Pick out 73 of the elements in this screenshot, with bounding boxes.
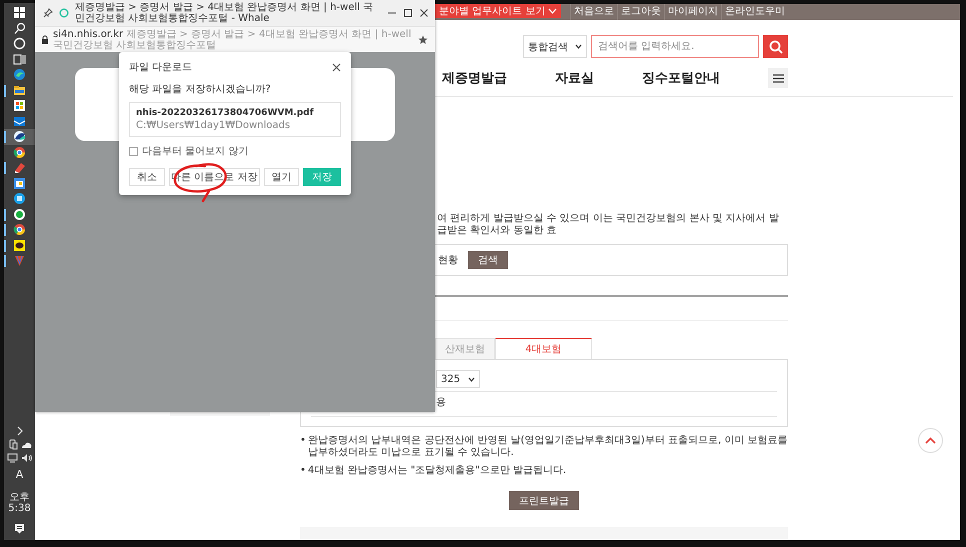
close-icon[interactable] — [332, 62, 341, 72]
dialog-question: 해당 파일을 저장하시겠습니까? — [129, 83, 272, 96]
search-icon[interactable] — [13, 22, 26, 35]
scroll-top-button[interactable] — [918, 428, 943, 453]
tab[interactable]: 4대보험 — [495, 338, 592, 359]
chevron-down-icon — [468, 376, 475, 382]
top-link[interactable]: 온라인도우미 — [721, 4, 788, 20]
sites-button[interactable]: 분야별 업무사이트 보기 — [435, 4, 562, 18]
chevron-icon[interactable] — [16, 426, 24, 436]
input-method-indicator[interactable]: A — [16, 468, 24, 481]
top-link[interactable]: 처음으로 — [570, 4, 617, 20]
wave-icon — [13, 68, 26, 82]
nav-link[interactable]: 징수포털안내 — [642, 69, 720, 87]
print-button[interactable]: 프린트발급 — [509, 491, 579, 510]
folder-icon — [13, 84, 26, 97]
speaker-icon[interactable] — [21, 453, 32, 463]
chevron-up-icon — [925, 437, 936, 444]
panel-text: 용 — [436, 397, 446, 408]
dialog-button[interactable]: 취소 — [129, 168, 165, 186]
search-icon — [768, 40, 782, 54]
top-link[interactable]: 마이페이지 — [664, 4, 721, 20]
speech-bubble-icon — [13, 238, 26, 252]
note-text: 완납증명서의 납부내역은 공단전산에 반영된 날(영업일기준납부후최대3일)부터 표출되므로, 이미 보험료를 납부하셨더라도 미납으로 표기될 수 있습니다. — [308, 435, 788, 459]
search-button[interactable] — [763, 35, 788, 58]
globe-icon — [13, 146, 26, 159]
window-title: 제증명발급 > 증명서 발급 > 4대보험 완납증명서 화면 | h-well 국민건강보험 사회보험통합징수포털 - Whale — [75, 2, 374, 24]
note-text: 4대보험 완납증명서는 "조달청제출용"으로만 발급됩니다. — [308, 465, 566, 477]
task-view-icon[interactable] — [13, 52, 26, 66]
top-link[interactable]: 로그아웃 — [617, 4, 664, 20]
lock-icon — [41, 34, 49, 44]
checkbox[interactable] — [129, 146, 138, 156]
round-window-icon — [13, 192, 26, 206]
bullet-mark: • — [300, 435, 306, 448]
nav-link[interactable]: 제증명발급 — [442, 69, 507, 87]
envelope-icon — [13, 114, 26, 128]
filter-label: 현황 — [438, 254, 458, 267]
notification-icon[interactable] — [14, 523, 25, 534]
menu-button[interactable] — [768, 68, 788, 88]
phone-icon[interactable] — [8, 439, 18, 450]
address-bar[interactable]: si4n.nhis.or.kr 제증명발급 > 증명서 발급 > 4대보험 완납증명서 화면 | h-well 국민건강보험 사회보험통합징수포털 — [35, 26, 435, 52]
address-text: si4n.nhis.or.kr 제증명발급 > 증명서 발급 > 4대보험 완납증명서 화면 | h-well 국민건강보험 사회보험통합징수포털 — [53, 28, 412, 50]
search-button[interactable]: 검색 — [468, 251, 508, 269]
chevron-down-icon — [548, 8, 558, 14]
nav-link[interactable]: 자료실 — [555, 69, 594, 87]
grid-icon — [13, 99, 26, 112]
file-name: nhis-20220326173804706WVM.pdf — [136, 108, 315, 118]
chat-icon — [13, 208, 26, 221]
monitor-icon[interactable] — [7, 453, 18, 463]
ring-icon — [59, 8, 69, 18]
ring-icon[interactable] — [13, 37, 26, 50]
dialog-button[interactable]: 열기 — [264, 168, 300, 186]
clock[interactable]: 오후 5:38 — [4, 492, 35, 514]
taskbar-button[interactable] — [4, 129, 35, 144]
leaf-icon — [13, 130, 26, 144]
start-icon[interactable] — [13, 6, 26, 20]
menu-icon — [772, 74, 784, 82]
checkbox-label: 다음부터 물어보지 않기 — [142, 145, 248, 158]
calendar-icon — [13, 176, 26, 190]
close-icon[interactable] — [419, 8, 429, 18]
search-field[interactable]: 검색어를 입력하세요. — [591, 35, 759, 58]
maximize-icon[interactable] — [403, 8, 413, 18]
cloud-icon[interactable] — [20, 440, 32, 448]
dialog-title: 파일 다운로드 — [129, 61, 192, 74]
globe-icon — [13, 223, 26, 236]
chevron-down-icon — [575, 44, 582, 49]
search-scope-select[interactable]: 통합검색 — [523, 35, 587, 58]
pin-icon[interactable] — [43, 8, 53, 18]
pen-icon — [13, 161, 26, 174]
year-select[interactable]: 325 — [436, 370, 480, 388]
file-path: C:₩Users₩1day1₩Downloads — [136, 120, 292, 131]
intro-text: 여 편리하게 발급받으실 수 있으며 이는 국민건강보험의 본사 및 지사에서 발급받은 확인서와 동일한 효 — [437, 213, 780, 237]
star-icon[interactable] — [418, 34, 429, 44]
bullet-mark: • — [300, 465, 306, 477]
